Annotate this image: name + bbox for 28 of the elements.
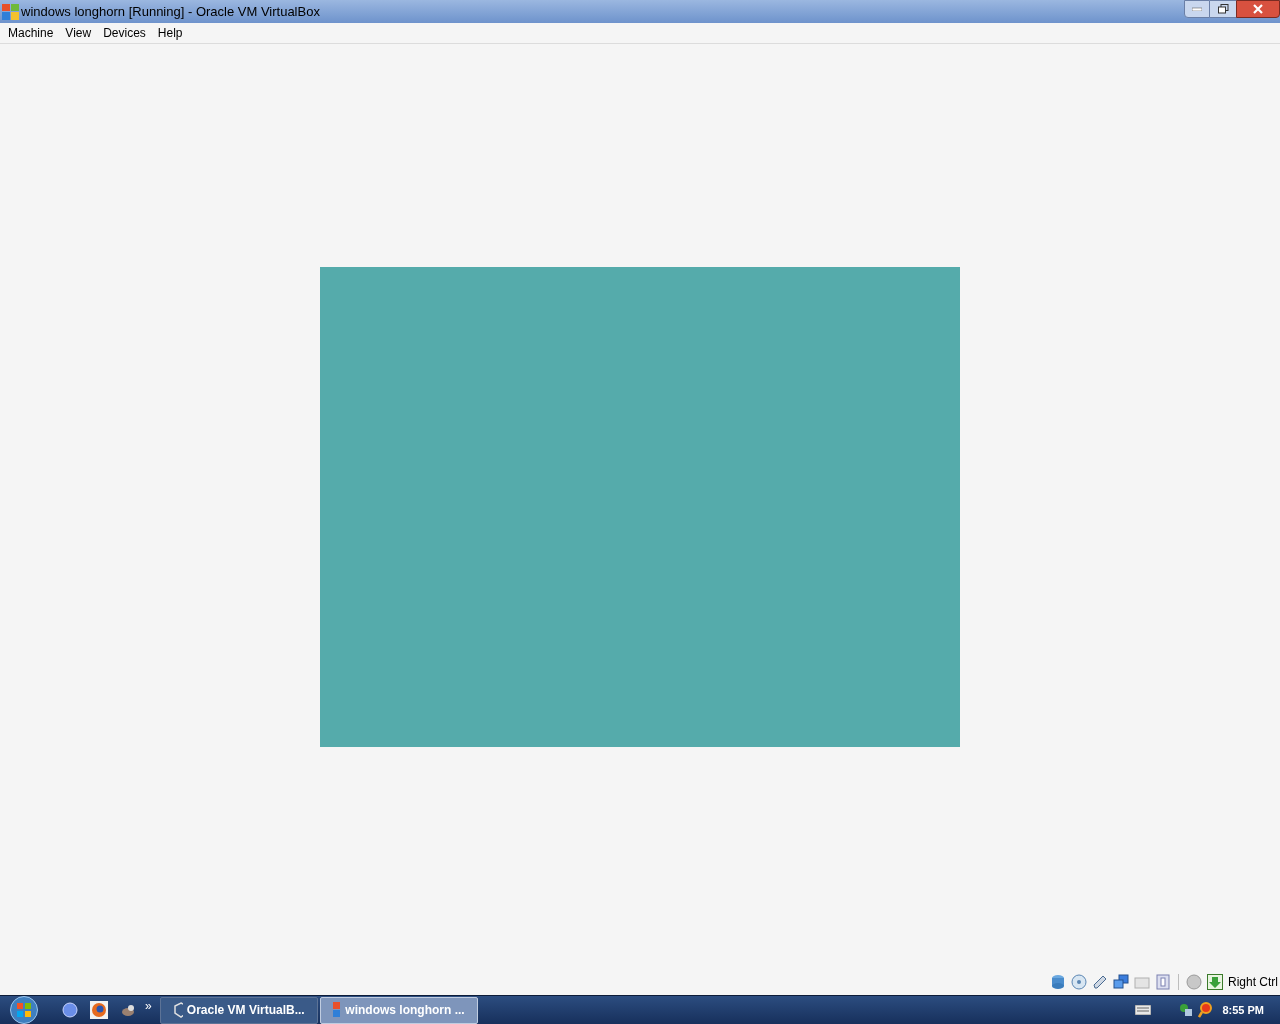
menu-item[interactable]: Machine xyxy=(2,23,60,43)
disk-icon[interactable] xyxy=(1050,974,1066,990)
overflow-button[interactable]: » xyxy=(145,997,152,1015)
creature-icon[interactable] xyxy=(119,1002,137,1018)
minimize-icon xyxy=(1192,7,1202,11)
window-title: windows longhorn [Running] - Oracle VM VirtualBox xyxy=(21,2,320,21)
menu-item[interactable]: View xyxy=(59,23,98,43)
taskbar-button[interactable]: Oracle VM VirtualB... xyxy=(159,996,318,1024)
close-button[interactable] xyxy=(1236,0,1280,18)
magnifier-icon[interactable] xyxy=(1198,1002,1213,1018)
start-button[interactable] xyxy=(10,996,38,1024)
close-icon xyxy=(1253,4,1263,14)
arrow-down-icon xyxy=(1207,974,1223,990)
maximize-button[interactable] xyxy=(1210,0,1236,18)
menu-item[interactable]: Help xyxy=(151,23,189,43)
restore-icon xyxy=(1217,4,1229,14)
menu-item[interactable]: Devices xyxy=(97,23,152,43)
browser-icon[interactable] xyxy=(90,1001,108,1019)
cd-icon[interactable] xyxy=(1071,974,1087,990)
network-status-icon[interactable] xyxy=(1179,1003,1194,1017)
host-key-label: Right Ctrl xyxy=(1228,974,1278,991)
network-icon[interactable] xyxy=(1113,974,1129,990)
globe-icon[interactable] xyxy=(62,1002,78,1018)
window-icon xyxy=(2,3,19,20)
display-icon[interactable] xyxy=(1155,974,1171,990)
clock[interactable]: 8:55 PM xyxy=(1222,1001,1264,1019)
pen-icon[interactable] xyxy=(1092,974,1108,990)
keyboard-icon[interactable] xyxy=(1135,1005,1152,1015)
